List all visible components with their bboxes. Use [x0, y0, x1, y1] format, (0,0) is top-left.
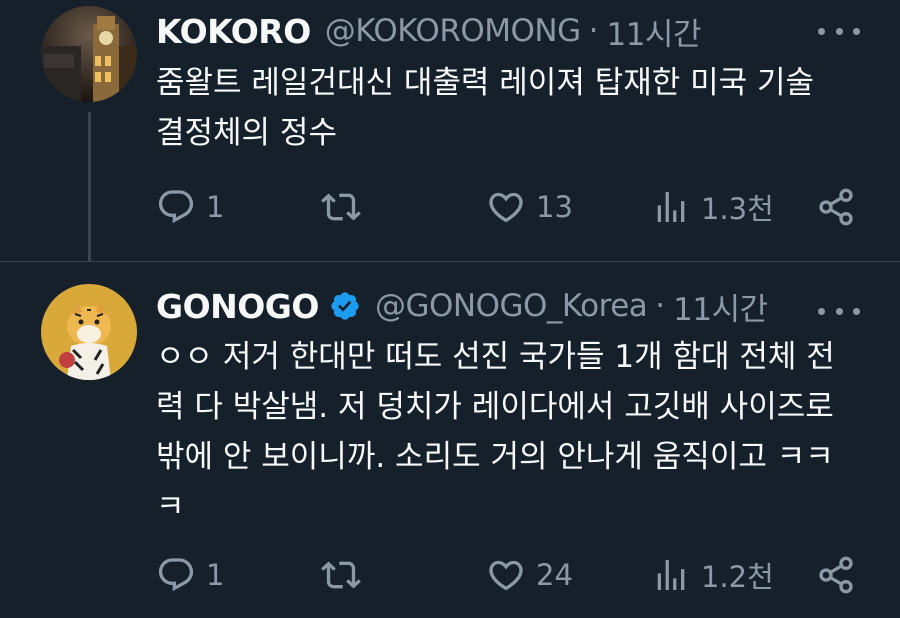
views-icon [657, 192, 685, 222]
share-icon [819, 556, 853, 594]
like-button[interactable]: 24 [486, 550, 573, 600]
author-handle[interactable]: @KOKOROMONG [325, 13, 581, 49]
tweet-text: ㅇㅇ 저거 한대만 떠도 선진 국가들 1개 함대 전체 전 력 다 박살냄. … [156, 332, 876, 532]
tweet-text-line: ㅋ [156, 489, 185, 525]
author-handle[interactable]: @GONOGO_Korea [375, 288, 648, 324]
avatar[interactable] [41, 6, 137, 102]
reply-button[interactable]: 1 [156, 550, 224, 600]
tweet-text-line: 결정체의 정수 [156, 115, 337, 151]
tweet-text-line: 줌왈트 레일건대신 대출력 레이져 탑재한 미국 기술 [156, 65, 815, 101]
view-count: 1.3천 [701, 192, 774, 226]
timestamp[interactable]: 11시간 [673, 284, 768, 329]
tweet-text-line: ㅇㅇ 저거 한대만 떠도 선진 국가들 1개 함대 전체 전 [156, 339, 835, 375]
timestamp[interactable]: 11시간 [606, 9, 701, 54]
tweet-kokoro[interactable]: KOKORO @KOKOROMONG · 11시간 줌왈트 레일건대신 대출력 … [0, 0, 900, 262]
views-button[interactable]: 1.3천 [651, 182, 774, 232]
separator-dot: · [588, 13, 599, 49]
views-button[interactable]: 1.2천 [651, 550, 774, 600]
tweet-text-line: 력 다 박살냄. 저 덩치가 레이다에서 고깃배 사이즈로 [156, 389, 834, 425]
share-button[interactable] [816, 182, 856, 232]
views-icon [657, 560, 685, 590]
reply-count: 1 [206, 190, 225, 224]
more-icon[interactable] [818, 296, 860, 326]
tweet-text: 줌왈트 레일건대신 대출력 레이져 탑재한 미국 기술 결정체의 정수 [156, 58, 876, 158]
view-count: 1.2천 [701, 560, 774, 594]
tweet-text-line: 밖에 안 보이니까. 소리도 거의 안나게 움직이고 ㅋㅋ [156, 439, 834, 475]
heart-icon [489, 192, 523, 223]
reply-icon [158, 558, 194, 592]
author-name[interactable]: GONOGO [156, 287, 319, 326]
avatar[interactable] [41, 284, 137, 380]
author-name[interactable]: KOKORO [156, 12, 311, 51]
tweet-header: KOKORO @KOKOROMONG · 11시간 [156, 6, 701, 56]
thread-line [88, 112, 91, 262]
share-icon [819, 188, 853, 226]
like-count: 24 [536, 558, 573, 592]
heart-icon [489, 560, 523, 591]
like-count: 13 [536, 190, 573, 224]
reply-count: 1 [206, 558, 225, 592]
like-button[interactable]: 13 [486, 182, 573, 232]
retweet-button[interactable] [321, 550, 371, 600]
verified-badge-icon [331, 292, 359, 320]
reply-button[interactable]: 1 [156, 182, 224, 232]
separator-dot: · [655, 288, 666, 324]
retweet-icon [321, 561, 361, 589]
action-bar: 1 24 1.2천 [156, 550, 876, 600]
action-bar: 1 13 1.3천 [156, 182, 876, 232]
more-icon[interactable] [818, 16, 860, 46]
retweet-button[interactable] [321, 182, 371, 232]
share-button[interactable] [816, 550, 856, 600]
tweet-header: GONOGO @GONOGO_Korea · 11시간 [156, 281, 768, 331]
tweet-gonogo[interactable]: GONOGO @GONOGO_Korea · 11시간 ㅇㅇ 저거 한대만 떠도… [0, 262, 900, 618]
retweet-icon [321, 193, 361, 221]
reply-icon [158, 190, 194, 224]
